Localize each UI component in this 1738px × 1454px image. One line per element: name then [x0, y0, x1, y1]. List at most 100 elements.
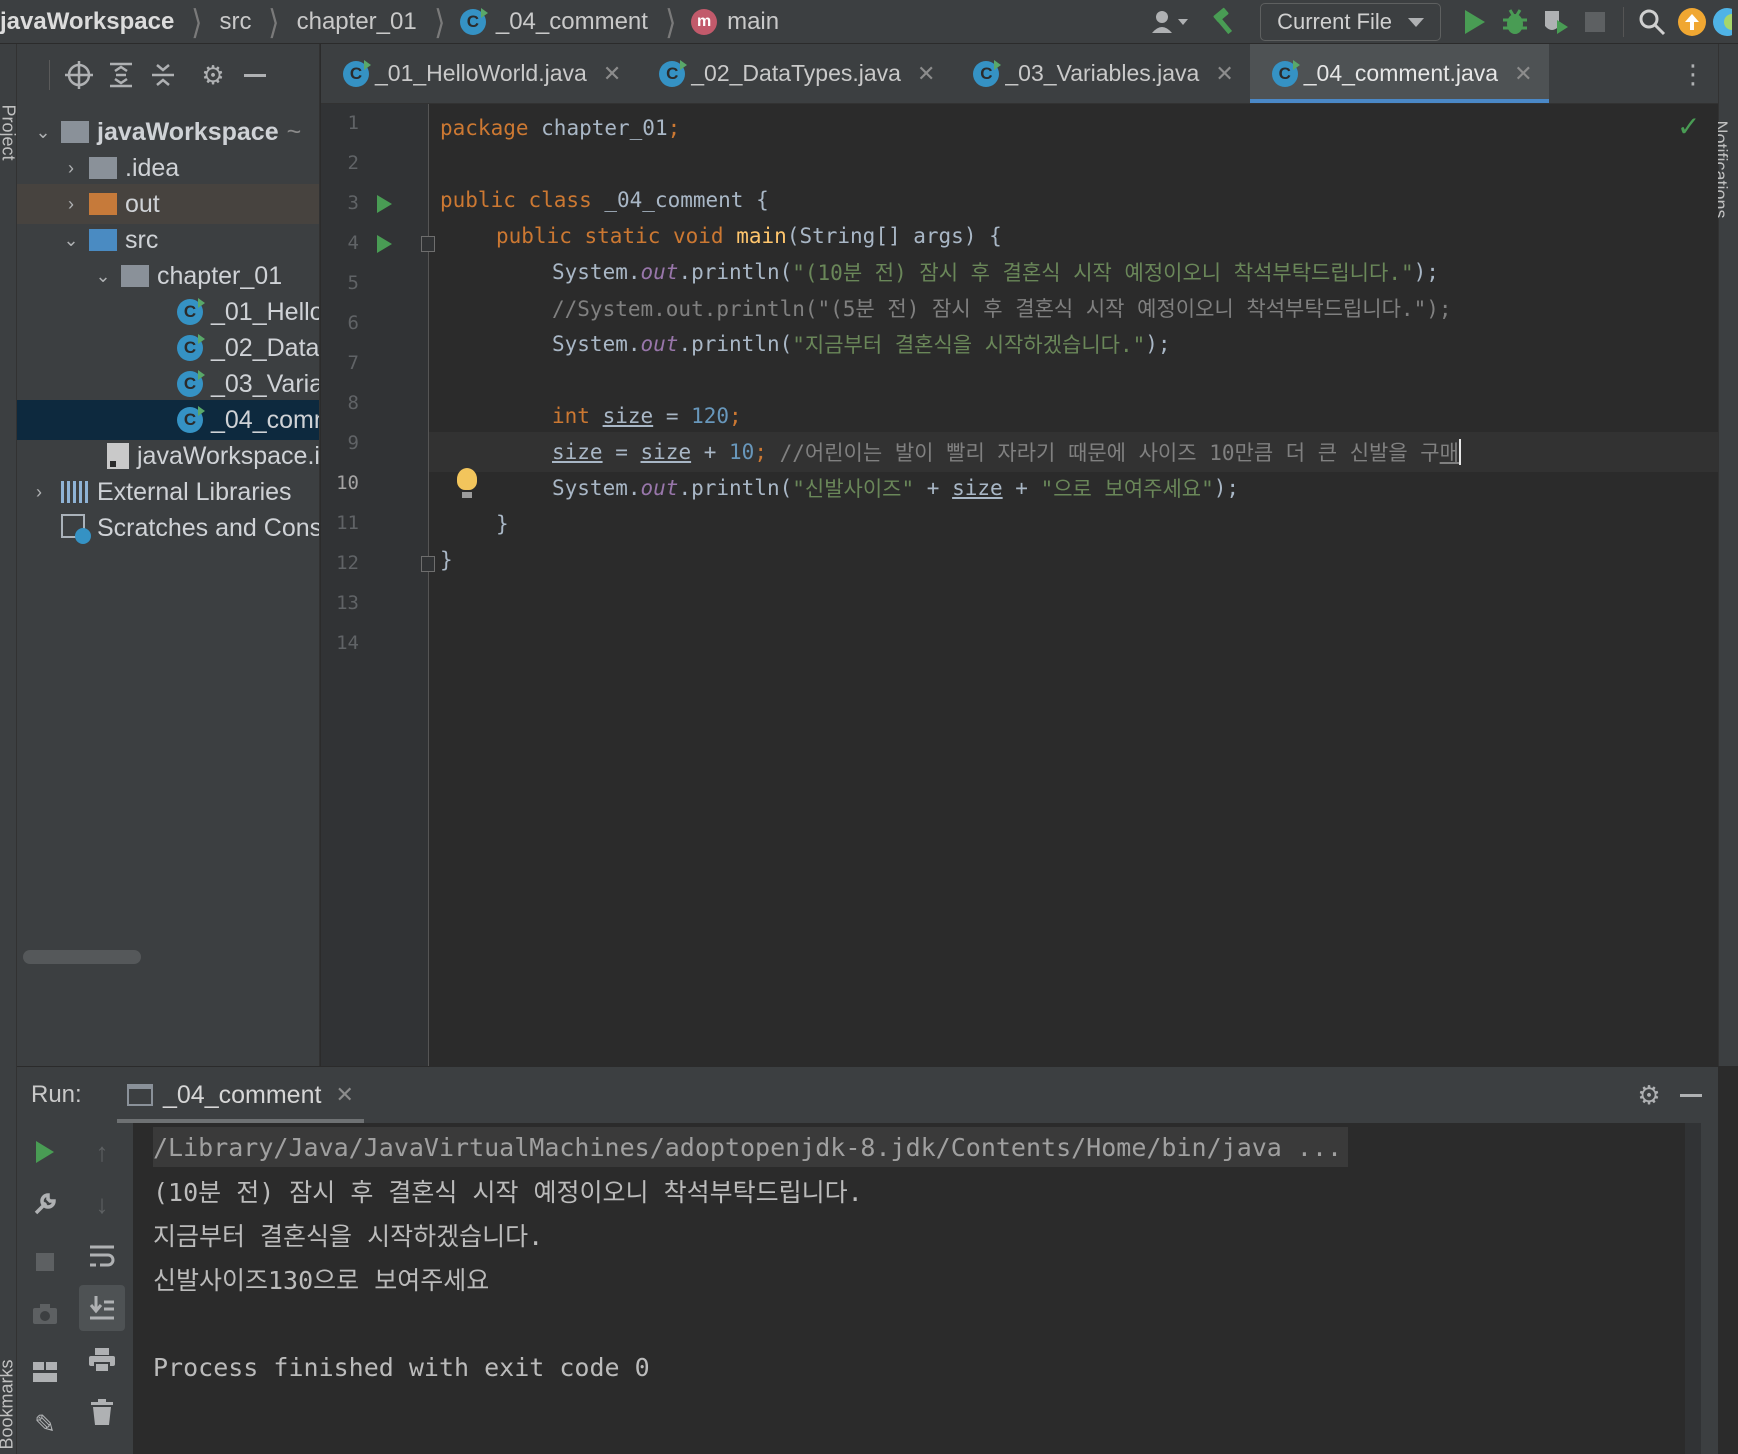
fold-icon[interactable] — [421, 556, 435, 572]
expand-all-icon[interactable] — [100, 54, 142, 96]
run-configuration-select[interactable]: Current File — [1260, 3, 1441, 41]
code-text: .println( — [678, 260, 793, 284]
chevron-right-icon[interactable]: › — [59, 194, 83, 215]
update-icon[interactable] — [1672, 0, 1712, 44]
tree-item-out[interactable]: › out — [17, 184, 319, 224]
project-tool-window-button[interactable]: Project — [0, 104, 19, 160]
vertical-scrollbar[interactable] — [1685, 1123, 1701, 1454]
code-editor[interactable]: 1 2 3 4 5 6 7 8 9 10 11 12 13 14 package… — [321, 104, 1718, 1066]
close-icon[interactable]: ✕ — [335, 1082, 353, 1108]
console-command-line[interactable]: /Library/Java/JavaVirtualMachines/adopto… — [153, 1127, 1349, 1167]
play-icon — [1465, 10, 1485, 34]
chevron-down-icon[interactable]: ⌄ — [59, 230, 83, 251]
breadcrumb-class[interactable]: _04_comment — [492, 8, 652, 36]
run-tab[interactable]: _04_comment ✕ — [117, 1067, 364, 1123]
hide-panel-icon[interactable] — [1670, 1074, 1712, 1116]
close-icon[interactable]: ✕ — [1514, 61, 1532, 87]
code-number: 10 — [729, 440, 755, 464]
tab-label: _03_Variables.java — [1005, 60, 1200, 86]
breadcrumb-package[interactable]: chapter_01 — [293, 8, 421, 36]
tree-item-src[interactable]: ⌄ src — [17, 220, 319, 260]
tree-item-class[interactable]: C _02_DataTypes — [17, 328, 319, 368]
line-number-current: 10 — [336, 472, 359, 494]
tree-item-class-selected[interactable]: C _04_comment — [17, 400, 319, 440]
run-class-gutter-icon[interactable] — [377, 195, 392, 213]
search-icon[interactable] — [1632, 0, 1672, 44]
tree-item-external-libraries[interactable]: › External Libraries — [17, 472, 319, 512]
close-icon[interactable]: ✕ — [603, 61, 621, 87]
tree-item-project[interactable]: ⌄ javaWorkspace ~ — [17, 112, 319, 152]
project-folder-icon — [61, 121, 89, 143]
code-text: _04_comment { — [591, 188, 769, 212]
tab-label: _04_comment.java — [1303, 60, 1499, 86]
line-number: 6 — [347, 312, 359, 334]
tree-item-label: _03_Variables — [211, 369, 319, 398]
tree-item-scratches[interactable]: Scratches and Consoles — [17, 508, 319, 548]
stop-icon[interactable] — [22, 1239, 68, 1285]
tab-datatypes[interactable]: C _02_DataTypes.java ✕ — [637, 44, 951, 103]
horizontal-scrollbar[interactable] — [23, 950, 141, 964]
java-class-icon: C — [1271, 59, 1300, 87]
user-icon[interactable] — [1140, 0, 1200, 44]
tree-item-class[interactable]: C _03_Variables — [17, 364, 319, 404]
fold-icon[interactable] — [421, 236, 435, 252]
collapse-all-icon[interactable] — [142, 54, 184, 96]
code-text: ); — [1213, 476, 1240, 500]
tree-item-idea[interactable]: › .idea — [17, 148, 319, 188]
tree-item-class[interactable]: C _01_HelloWorld — [17, 292, 319, 332]
breadcrumb: javaWorkspace ❭ src ❭ chapter_01 ❭ C _04… — [0, 0, 783, 44]
close-icon[interactable]: ✕ — [917, 61, 935, 87]
bookmarks-tool-window-button[interactable]: Bookmarks — [0, 1359, 18, 1449]
trash-icon[interactable] — [79, 1389, 125, 1435]
hide-panel-icon[interactable] — [234, 54, 276, 96]
code-text: = — [602, 440, 641, 464]
intention-bulb-icon[interactable] — [457, 468, 477, 498]
camera-icon[interactable] — [22, 1291, 68, 1337]
wrench-icon[interactable] — [22, 1181, 68, 1227]
console-output[interactable]: /Library/Java/JavaVirtualMachines/adopto… — [133, 1123, 1701, 1454]
chevron-down-icon[interactable]: ⌄ — [31, 122, 55, 143]
gear-icon[interactable]: ⚙ — [192, 54, 234, 96]
layout-icon[interactable] — [22, 1349, 68, 1395]
build-hammer-icon[interactable] — [1200, 0, 1250, 44]
run-icon[interactable] — [1455, 0, 1495, 44]
gear-icon[interactable]: ⚙ — [1628, 1074, 1670, 1116]
toolbar-divider — [49, 60, 50, 90]
code-text: + — [691, 440, 730, 464]
chevron-down-icon[interactable]: ⌄ — [91, 266, 115, 287]
stop-icon[interactable] — [1575, 0, 1615, 44]
debug-icon[interactable] — [1495, 0, 1535, 44]
tree-item-label: chapter_01 — [157, 261, 283, 290]
scroll-to-end-icon[interactable] — [79, 1285, 125, 1331]
tab-helloworld[interactable]: C _01_HelloWorld.java ✕ — [321, 44, 637, 103]
tree-item-iml[interactable]: javaWorkspace.iml — [17, 436, 319, 476]
tab-variables[interactable]: C _03_Variables.java ✕ — [951, 44, 1249, 103]
print-icon[interactable] — [79, 1337, 125, 1383]
chevron-right-icon[interactable]: › — [27, 482, 51, 503]
no-problems-check-icon[interactable]: ✓ — [1677, 110, 1700, 143]
chevron-right-icon[interactable]: › — [59, 158, 83, 179]
rerun-icon[interactable] — [22, 1129, 68, 1175]
more-options-icon[interactable]: ⋮ — [1680, 44, 1706, 104]
run-main-gutter-icon[interactable] — [377, 235, 392, 253]
soft-wrap-icon[interactable] — [79, 1233, 125, 1279]
line-number: 14 — [336, 632, 359, 654]
tab-comment[interactable]: C _04_comment.java ✕ — [1249, 44, 1549, 103]
tree-item-chapter-01[interactable]: ⌄ chapter_01 — [17, 256, 319, 296]
breadcrumb-src[interactable]: src — [215, 8, 255, 36]
arrow-down-icon[interactable]: ↓ — [79, 1181, 125, 1227]
editor-tabs: C _01_HelloWorld.java ✕ C _02_DataTypes.… — [321, 44, 1718, 104]
close-icon[interactable]: ✕ — [1215, 61, 1233, 87]
breadcrumb-project[interactable]: javaWorkspace — [0, 8, 178, 36]
code-field: out — [640, 476, 679, 500]
breadcrumb-separator-icon: ❭ — [267, 5, 281, 38]
code-text: System. — [552, 260, 641, 284]
breadcrumb-method[interactable]: main — [723, 8, 783, 36]
code-comment-composing: 매 — [1439, 441, 1459, 465]
locate-file-icon[interactable] — [58, 54, 100, 96]
pin-icon[interactable]: ✎ — [22, 1401, 68, 1447]
coverage-icon[interactable] — [1535, 0, 1575, 44]
arrow-up-icon[interactable]: ↑ — [79, 1129, 125, 1175]
code-text: } — [496, 512, 509, 536]
console-output-line: (10분 전) 잠시 후 결혼식 시작 예정이오니 착석부탁드립니다. — [153, 1178, 863, 1207]
